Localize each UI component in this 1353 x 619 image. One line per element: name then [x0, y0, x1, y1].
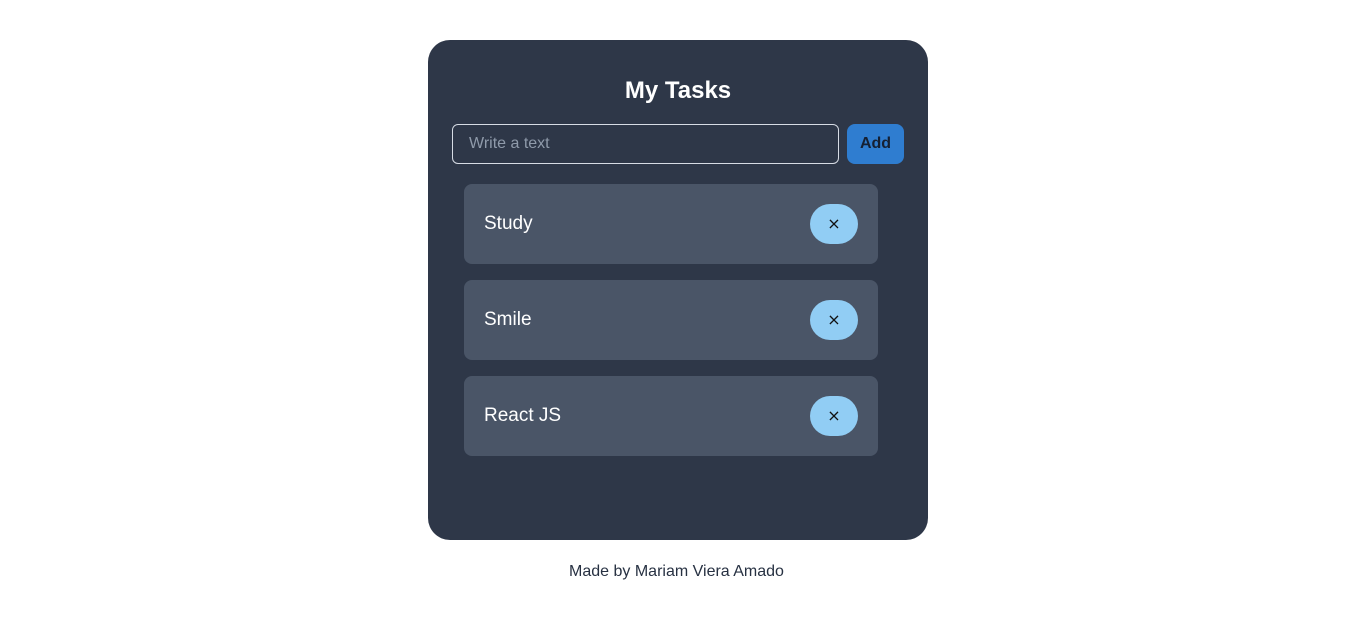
task-card: My Tasks Add Study × Smile × React JS [428, 40, 928, 540]
page-title: My Tasks [624, 77, 732, 104]
task-item-smile: Smile × [464, 280, 878, 360]
remove-task-button[interactable]: × [810, 396, 858, 436]
close-icon: × [827, 310, 841, 329]
add-task-form: Add [452, 124, 904, 164]
task-label: Smile [484, 309, 532, 330]
add-task-button[interactable]: Add [847, 124, 904, 164]
task-list: Study × Smile × React JS × [464, 184, 878, 472]
remove-task-button[interactable]: × [810, 204, 858, 244]
task-label: React JS [484, 405, 562, 426]
close-icon: × [827, 214, 841, 233]
footer-credit: Made by Mariam Viera Amado [569, 563, 784, 580]
task-item-study: Study × [464, 184, 878, 264]
remove-task-button[interactable]: × [810, 300, 858, 340]
task-label: Study [484, 213, 533, 234]
task-input[interactable] [452, 124, 839, 164]
task-item-react-js: React JS × [464, 376, 878, 456]
close-icon: × [827, 406, 841, 425]
page: My Tasks Add Study × Smile × React JS [0, 0, 1353, 619]
